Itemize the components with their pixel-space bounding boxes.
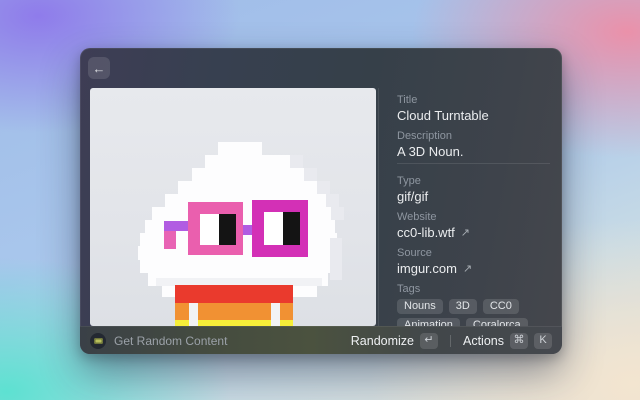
title-label: Title (397, 93, 550, 107)
back-arrow-icon: ← (93, 62, 106, 75)
title-value: Cloud Turntable (397, 108, 550, 124)
metadata-panel: Title Cloud Turntable Description A 3D N… (378, 88, 562, 326)
actions-label: Actions (463, 334, 504, 348)
source-url: imgur.com (397, 261, 457, 277)
back-button[interactable]: ← (88, 57, 110, 79)
tag-pill: Animation (397, 318, 460, 326)
detail-content: Title Cloud Turntable Description A 3D N… (80, 88, 562, 326)
raycast-window: ← (80, 48, 562, 354)
section-divider (397, 163, 550, 164)
tag-pill: CC0 (483, 299, 519, 314)
command-hint: Get Random Content (114, 334, 343, 348)
window-titlebar: ← (80, 48, 562, 88)
description-value: A 3D Noun. (397, 144, 550, 160)
type-value: gif/gif (397, 189, 550, 205)
source-field: Source imgur.com ↗ (397, 246, 550, 277)
website-field: Website cc0-lib.wtf ↗ (397, 210, 550, 241)
voxel-cloud-artwork (90, 88, 376, 326)
source-label: Source (397, 246, 550, 260)
tag-pill: 3D (449, 299, 477, 314)
external-link-icon: ↗ (461, 225, 470, 241)
command-key-icon: ⌘ (510, 333, 528, 349)
actions-button[interactable]: Actions ⌘ K (463, 333, 552, 349)
description-label: Description (397, 129, 550, 143)
extension-icon (90, 333, 106, 349)
tag-pill: Coralorca (466, 318, 528, 326)
source-link[interactable]: imgur.com ↗ (397, 261, 550, 277)
randomize-label: Randomize (351, 334, 414, 348)
tag-pill: Nouns (397, 299, 443, 314)
enter-key-icon: ↵ (420, 333, 438, 349)
website-link[interactable]: cc0-lib.wtf ↗ (397, 225, 550, 241)
desktop-background: ← (0, 0, 640, 400)
description-field: Description A 3D Noun. (397, 129, 550, 160)
external-link-icon: ↗ (463, 261, 472, 277)
website-url: cc0-lib.wtf (397, 225, 455, 241)
footer-divider (450, 335, 451, 347)
action-bar: Get Random Content Randomize ↵ Actions ⌘… (80, 326, 562, 354)
tags-list: Nouns 3D CC0 Animation Coralorca (397, 299, 550, 326)
website-label: Website (397, 210, 550, 224)
tags-field: Tags Nouns 3D CC0 Animation Coralorca (397, 282, 550, 326)
randomize-button[interactable]: Randomize ↵ (351, 333, 438, 349)
type-field: Type gif/gif (397, 174, 550, 205)
title-field: Title Cloud Turntable (397, 93, 550, 124)
media-preview (90, 88, 376, 326)
tags-label: Tags (397, 282, 550, 296)
type-label: Type (397, 174, 550, 188)
k-key-icon: K (534, 333, 552, 349)
